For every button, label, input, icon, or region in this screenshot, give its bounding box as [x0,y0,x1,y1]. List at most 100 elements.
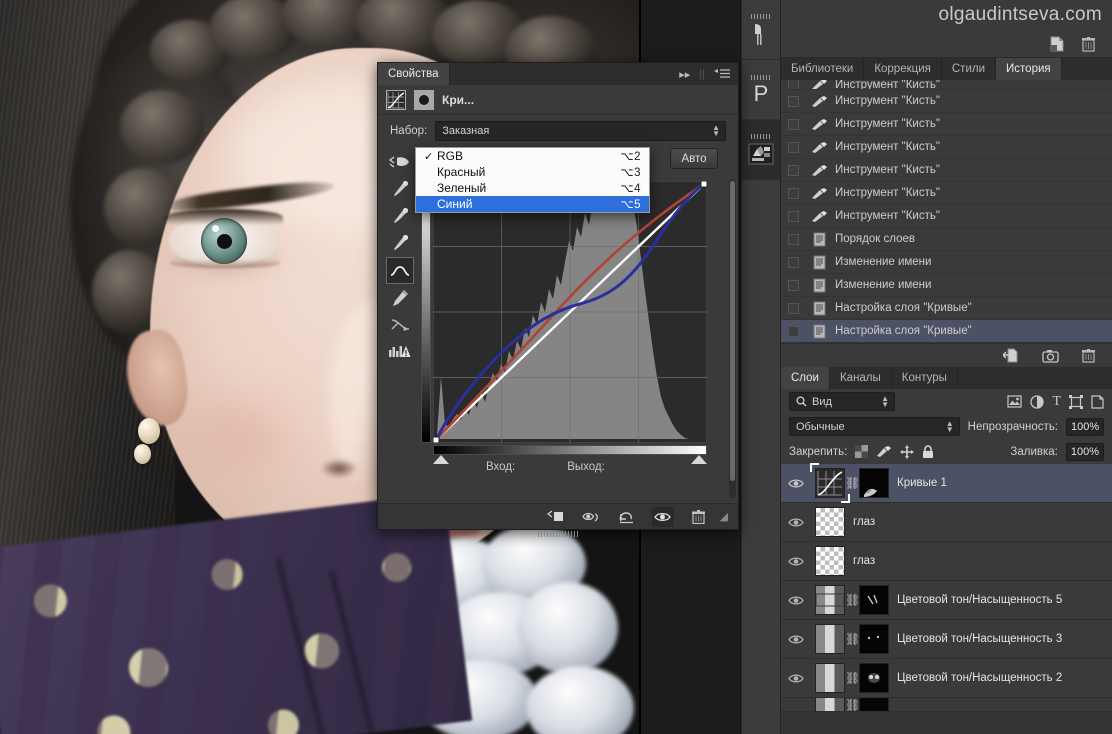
delete-adjustment-icon[interactable] [688,507,710,527]
shape-filter-icon[interactable] [1069,394,1083,409]
layer-mask-thumbnail[interactable] [859,663,889,693]
history-item-selected[interactable]: Настройка слоя "Кривые" [781,320,1112,343]
history-item[interactable]: Изменение имени [781,274,1112,297]
auto-button[interactable]: Авто [670,148,718,169]
layer-mask-thumbnail-icon[interactable] [414,89,434,110]
history-snapshot-checkbox[interactable] [788,141,799,153]
blend-mode-select[interactable]: Обычные ▲ ▼ [789,417,960,436]
tab-libraries[interactable]: Библиотеки [781,58,865,80]
history-tab-row[interactable]: Библиотеки Коррекция Стили История [781,58,1112,80]
clipping-warning-icon[interactable] [386,338,414,365]
white-point-eyedropper-icon[interactable] [386,230,414,257]
properties-tab-row[interactable]: Свойства ▸▸ || [378,63,738,85]
history-item[interactable]: Инструмент "Кисть" [781,159,1112,182]
history-item[interactable]: Инструмент "Кисть" [781,205,1112,228]
history-snapshot-checkbox[interactable] [788,95,799,107]
layer-row-huesat2[interactable]: ⛓ Цветовой тон/Насыщенность 2 [781,659,1112,698]
panel-drag-grip[interactable] [538,531,578,537]
stepper-arrows[interactable]: ▲ ▼ [946,420,954,434]
dock-item-brush-preset[interactable] [742,0,780,60]
layer-mask-thumbnail[interactable] [859,698,889,711]
channel-dropdown-menu[interactable]: ✓ RGB ⌥2 Красный ⌥3 Зеленый ⌥4 Синий ⌥5 [415,147,650,213]
huesat-thumbnail[interactable] [815,624,845,654]
tab-properties[interactable]: Свойства [378,63,450,85]
layer-thumbnail[interactable] [815,546,845,576]
fill-value[interactable]: 100% [1065,442,1104,461]
layer-row-partial[interactable]: ⛓ [781,698,1112,712]
lock-image-pixels-icon[interactable] [876,446,892,457]
history-item[interactable]: Инструмент "Кисть" [781,136,1112,159]
dock-item-3d[interactable] [742,120,780,180]
history-panel-toolbar[interactable] [781,30,1112,58]
layers-panel[interactable]: Слои Каналы Контуры Вид ▲ ▼ T Обычные ▲ … [781,367,1112,712]
huesat-thumbnail[interactable] [815,663,845,693]
preset-select[interactable]: Заказная ▲ ▼ [435,121,726,141]
toggle-before-after-icon[interactable] [580,507,602,527]
pencil-draw-curve-icon[interactable] [386,284,414,311]
history-snapshot-checkbox[interactable] [788,80,799,89]
camera-snapshot-icon[interactable] [1042,349,1059,363]
layer-mask-thumbnail[interactable] [859,468,889,498]
new-document-from-state-icon[interactable] [1003,348,1020,363]
layer-row-eye2[interactable]: глаз [781,542,1112,581]
layer-visibility-toggle[interactable] [781,556,811,567]
menu-item-rgb[interactable]: ✓ RGB ⌥2 [416,148,649,164]
properties-footer[interactable]: ◢ [378,503,738,529]
gray-point-eyedropper-icon[interactable] [386,203,414,230]
black-point-eyedropper-icon[interactable] [386,176,414,203]
panel-menu-icon[interactable] [714,69,730,79]
layer-mask-thumbnail[interactable] [859,585,889,615]
lock-transparent-pixels-icon[interactable] [855,445,869,458]
adjustment-filter-icon[interactable] [1030,394,1045,409]
properties-scrollbar[interactable] [729,179,736,499]
layers-tab-row[interactable]: Слои Каналы Контуры [781,367,1112,389]
history-item[interactable]: Порядок слоев [781,228,1112,251]
history-item[interactable]: Настройка слоя "Кривые" [781,297,1112,320]
layer-row-eye1[interactable]: глаз [781,503,1112,542]
collapse-chevrons-icon[interactable]: ▸▸ [679,68,690,81]
history-snapshot-checkbox[interactable] [788,187,799,199]
menu-item-green[interactable]: Зеленый ⌥4 [416,180,649,196]
layer-visibility-toggle[interactable] [781,478,811,489]
curves-adjustment-icon[interactable] [386,89,406,110]
stepper-arrows[interactable]: ▲ ▼ [881,395,889,409]
tab-channels[interactable]: Каналы [829,367,892,389]
new-document-icon[interactable] [1049,36,1065,52]
history-snapshot-checkbox[interactable] [788,279,799,291]
menu-item-blue[interactable]: Синий ⌥5 [416,196,649,212]
layer-mask-thumbnail[interactable] [859,624,889,654]
layer-visibility-toggle[interactable] [781,634,811,645]
layer-thumbnail[interactable] [815,507,845,537]
lock-row[interactable]: Закрепить: Заливка: 100% [781,439,1112,464]
layer-row-huesat3[interactable]: ⛓ Цветовой тон/Насыщенность 3 [781,620,1112,659]
mask-link-icon[interactable]: ⛓ [845,671,860,685]
mask-link-icon[interactable]: ⛓ [845,632,860,646]
history-snapshot-checkbox[interactable] [788,233,799,245]
history-item[interactable]: Изменение имени [781,251,1112,274]
history-snapshot-checkbox[interactable] [788,210,799,222]
tab-history[interactable]: История [996,58,1062,80]
image-filter-icon[interactable] [1007,395,1023,408]
huesat-thumbnail[interactable] [815,698,845,711]
history-item[interactable]: Инструмент "Кисть" [781,182,1112,205]
lock-all-icon[interactable] [922,444,934,459]
huesat-thumbnail[interactable] [815,585,845,615]
layer-visibility-toggle[interactable] [781,517,811,528]
trash-icon[interactable] [1081,36,1096,52]
layer-thumbnail-selected[interactable] [810,463,850,503]
blend-mode-row[interactable]: Обычные ▲ ▼ Непрозрачность: 100% [781,414,1112,439]
black-input-slider[interactable] [433,455,449,464]
dock-item-paragraph[interactable]: P [742,60,780,120]
history-snapshot-checkbox[interactable] [788,164,799,176]
smart-object-filter-icon[interactable] [1091,394,1104,409]
stepper-arrows[interactable]: ▲ ▼ [712,124,720,138]
history-item[interactable]: Инструмент "Кисть" [781,90,1112,113]
curves-graph[interactable] [433,181,707,443]
collapsed-panel-dock[interactable]: P [741,0,781,734]
clip-to-layer-icon[interactable] [544,507,566,527]
mask-link-icon[interactable]: ⛓ [845,593,860,607]
layer-filter-row[interactable]: Вид ▲ ▼ T [781,389,1112,414]
properties-panel[interactable]: Свойства ▸▸ || Кри... Набор: Заказная ▲ … [377,62,739,537]
layer-visibility-toggle[interactable] [781,673,811,684]
visibility-eye-icon[interactable] [651,506,674,527]
